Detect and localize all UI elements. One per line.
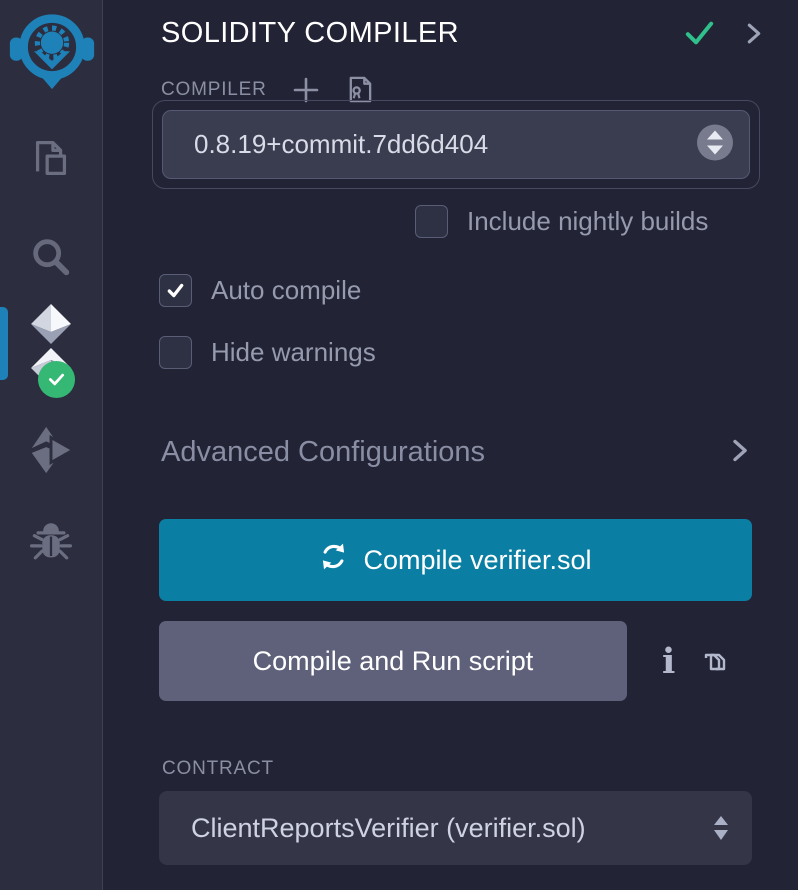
include-nightly-row[interactable]: Include nightly builds — [415, 205, 708, 238]
remix-ide: SOLIDITY COMPILER COMPILER — [0, 0, 798, 890]
advanced-configurations-label: Advanced Configurations — [161, 436, 726, 469]
bug-icon — [27, 520, 75, 571]
refresh-icon — [319, 542, 348, 578]
compiled-check-icon — [684, 19, 715, 47]
advanced-configurations-toggle[interactable]: Advanced Configurations — [161, 436, 753, 469]
collapse-panel-chevron-icon[interactable] — [741, 21, 766, 46]
compile-success-badge — [38, 361, 75, 398]
files-icon — [28, 135, 74, 184]
solidity-logo-icon — [19, 302, 83, 390]
contract-section-header: CONTRACT — [162, 758, 274, 780]
compiler-version-value: 0.8.19+commit.7dd6d404 — [163, 129, 488, 160]
sidebar-item-search[interactable] — [0, 221, 102, 295]
sidebar-item-debugger[interactable] — [0, 508, 102, 582]
page-title: SOLIDITY COMPILER — [161, 17, 658, 50]
contract-select[interactable]: ClientReportsVerifier (verifier.sol) — [159, 791, 752, 865]
compiler-section-label: COMPILER — [161, 79, 267, 101]
auto-compile-label: Auto compile — [211, 275, 361, 306]
compiler-version-select-wrapper: 0.8.19+commit.7dd6d404 — [152, 100, 760, 189]
select-arrows-icon — [713, 815, 729, 841]
auto-compile-checkbox[interactable] — [159, 274, 192, 307]
compile-and-run-button[interactable]: Compile and Run script — [159, 621, 627, 701]
contract-selected-value: ClientReportsVerifier (verifier.sol) — [159, 813, 713, 844]
include-nightly-checkbox[interactable] — [415, 205, 448, 238]
auto-compile-row[interactable]: Auto compile — [159, 274, 361, 307]
hide-warnings-checkbox[interactable] — [159, 336, 192, 369]
include-nightly-label: Include nightly builds — [467, 206, 708, 237]
hide-warnings-label: Hide warnings — [211, 337, 376, 368]
ethereum-deploy-icon — [26, 425, 76, 478]
sidebar-item-solidity-compiler[interactable] — [0, 303, 102, 389]
info-icon[interactable]: i — [662, 644, 675, 679]
compile-button-label: Compile verifier.sol — [363, 545, 591, 576]
sidebar-item-file-explorer[interactable] — [0, 122, 102, 196]
hide-warnings-row[interactable]: Hide warnings — [159, 336, 376, 369]
compile-button[interactable]: Compile verifier.sol — [159, 519, 752, 601]
solidity-compiler-panel: SOLIDITY COMPILER COMPILER — [104, 0, 798, 890]
select-stepper-icon — [696, 123, 734, 166]
remix-logo-icon[interactable] — [9, 4, 95, 90]
sidebar-item-deploy-run[interactable] — [0, 414, 102, 488]
compiler-version-select[interactable]: 0.8.19+commit.7dd6d404 — [162, 110, 750, 179]
panel-header: SOLIDITY COMPILER — [161, 13, 766, 53]
search-icon — [28, 234, 74, 283]
chevron-right-icon — [726, 437, 753, 469]
contract-section-label: CONTRACT — [162, 758, 274, 779]
copy-icon[interactable] — [701, 647, 729, 675]
icon-sidebar — [0, 0, 103, 890]
compile-run-row: Compile and Run script i — [159, 621, 729, 701]
